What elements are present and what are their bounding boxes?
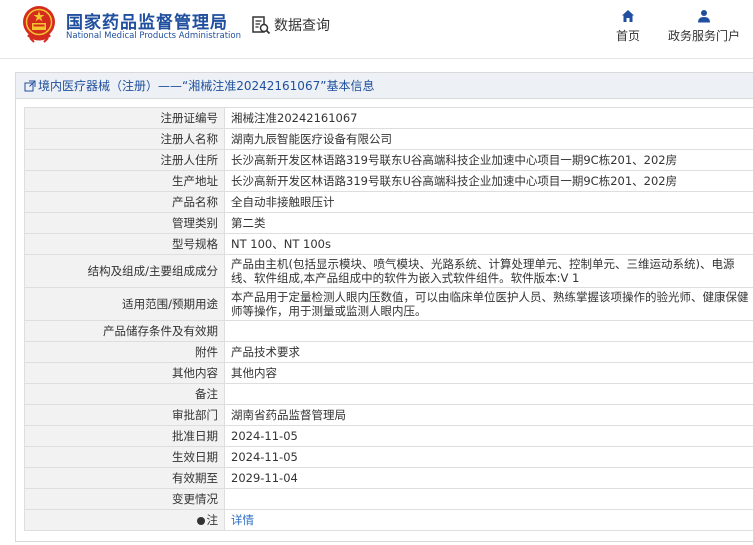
panel-title-category: 境内医疗器械（注册） — [38, 78, 159, 93]
panel-title-dash: —— — [158, 78, 183, 93]
table-row: 型号规格 NT 100、NT 100s — [24, 233, 753, 255]
document-search-icon — [252, 16, 271, 35]
field-value — [224, 488, 753, 510]
field-label: 其他内容 — [24, 362, 225, 384]
panel-title: 境内医疗器械（注册） —— “湘械注准20242161067” 基本信息 — [16, 73, 753, 99]
panel-title-registration-number: “湘械注准20242161067” — [182, 78, 327, 93]
field-value: 湖南九辰智能医疗设备有限公司 — [224, 128, 753, 150]
nav-home[interactable]: 首页 — [611, 9, 645, 45]
table-row: 结构及组成/主要组成成分 产品由主机(包括显示模块、喷气模块、光路系统、计算处理… — [24, 254, 753, 288]
field-value: 2024-11-05 — [224, 425, 753, 447]
field-value: 湖南省药品监督管理局 — [224, 404, 753, 426]
table-row: 批准日期 2024-11-05 — [24, 425, 753, 447]
field-value — [224, 320, 753, 342]
field-label: 型号规格 — [24, 233, 225, 255]
site-brand-title: 国家药品监督管理局 — [66, 13, 228, 33]
table-row: 附件 产品技术要求 — [24, 341, 753, 363]
site-header: 国家药品监督管理局 National Medical Products Admi… — [0, 0, 753, 52]
detail-panel: 境内医疗器械（注册） —— “湘械注准20242161067” 基本信息 注册证… — [15, 72, 753, 542]
field-value: 产品技术要求 — [224, 341, 753, 363]
table-row: 适用范围/预期用途 本产品用于定量检测人眼内压数值，可以由临床单位医护人员、熟练… — [24, 287, 753, 321]
field-value: 长沙高新开发区林语路319号联东U谷高端科技企业加速中心项目一期9C栋201、2… — [224, 149, 753, 171]
field-label: 备注 — [24, 383, 225, 405]
external-link-icon — [24, 80, 36, 91]
panel-title-suffix: 基本信息 — [326, 78, 375, 93]
table-row: 管理类别 第二类 — [24, 212, 753, 234]
field-label: 适用范围/预期用途 — [24, 287, 225, 321]
field-label: 注册人名称 — [24, 128, 225, 150]
field-value: 长沙高新开发区林语路319号联东U谷高端科技企业加速中心项目一期9C栋201、2… — [224, 170, 753, 192]
table-row: 生产地址 长沙高新开发区林语路319号联东U谷高端科技企业加速中心项目一期9C栋… — [24, 170, 753, 192]
field-value: 详情 — [224, 509, 753, 531]
table-row: 变更情况 — [24, 488, 753, 510]
table-row: 注 详情 — [24, 509, 753, 531]
field-label: 审批部门 — [24, 404, 225, 426]
table-row: 产品储存条件及有效期 — [24, 320, 753, 342]
field-label: 注册证编号 — [24, 107, 225, 129]
table-row: 注册人名称 湖南九辰智能医疗设备有限公司 — [24, 128, 753, 150]
field-label: 生产地址 — [24, 170, 225, 192]
site-brand-subtitle: National Medical Products Administration — [66, 31, 241, 41]
table-row: 备注 — [24, 383, 753, 405]
header-divider — [0, 58, 753, 59]
field-label: 批准日期 — [24, 425, 225, 447]
field-label: 有效期至 — [24, 467, 225, 489]
field-value: NT 100、NT 100s — [224, 233, 753, 255]
field-label: 变更情况 — [24, 488, 225, 510]
field-value: 本产品用于定量检测人眼内压数值，可以由临床单位医护人员、熟练掌握该项操作的验光师… — [224, 287, 753, 321]
registration-info-table: 注册证编号 湘械注准20242161067 注册人名称 湖南九辰智能医疗设备有限… — [24, 107, 753, 531]
field-value: 第二类 — [224, 212, 753, 234]
field-value: 2024-11-05 — [224, 446, 753, 468]
field-value: 全自动非接触眼压计 — [224, 191, 753, 213]
nav-gov-service-portal[interactable]: 政务服务门户 — [664, 9, 744, 45]
field-label: 产品名称 — [24, 191, 225, 213]
field-label: 管理类别 — [24, 212, 225, 234]
bullet-icon — [196, 517, 205, 525]
field-label: 注册人住所 — [24, 149, 225, 171]
national-emblem-icon — [23, 6, 55, 43]
field-value: 2029-11-04 — [224, 467, 753, 489]
table-row: 产品名称 全自动非接触眼压计 — [24, 191, 753, 213]
field-label: 附件 — [24, 341, 225, 363]
table-row: 其他内容 其他内容 — [24, 362, 753, 384]
details-link[interactable]: 详情 — [231, 513, 254, 527]
field-value: 产品由主机(包括显示模块、喷气模块、光路系统、计算处理单元、控制单元、三维运动系… — [224, 254, 753, 288]
table-row: 审批部门 湖南省药品监督管理局 — [24, 404, 753, 426]
field-label-note: 注 — [24, 509, 225, 531]
data-search-label: 数据查询 — [274, 18, 330, 34]
data-search-link[interactable]: 数据查询 — [251, 14, 330, 36]
home-icon — [622, 10, 634, 22]
table-row: 注册人住所 长沙高新开发区林语路319号联东U谷高端科技企业加速中心项目一期9C… — [24, 149, 753, 171]
field-label: 生效日期 — [24, 446, 225, 468]
field-label: 产品储存条件及有效期 — [24, 320, 225, 342]
user-icon — [698, 10, 710, 23]
field-value: 湘械注准20242161067 — [224, 107, 753, 129]
table-row: 有效期至 2029-11-04 — [24, 467, 753, 489]
field-value: 其他内容 — [224, 362, 753, 384]
table-row: 注册证编号 湘械注准20242161067 — [24, 107, 753, 129]
nav-gov-service-portal-label: 政务服务门户 — [667, 29, 740, 43]
field-label: 结构及组成/主要组成成分 — [24, 254, 225, 288]
field-value — [224, 383, 753, 405]
table-row: 生效日期 2024-11-05 — [24, 446, 753, 468]
nav-home-label: 首页 — [615, 29, 640, 43]
note-label: 注 — [206, 513, 219, 527]
